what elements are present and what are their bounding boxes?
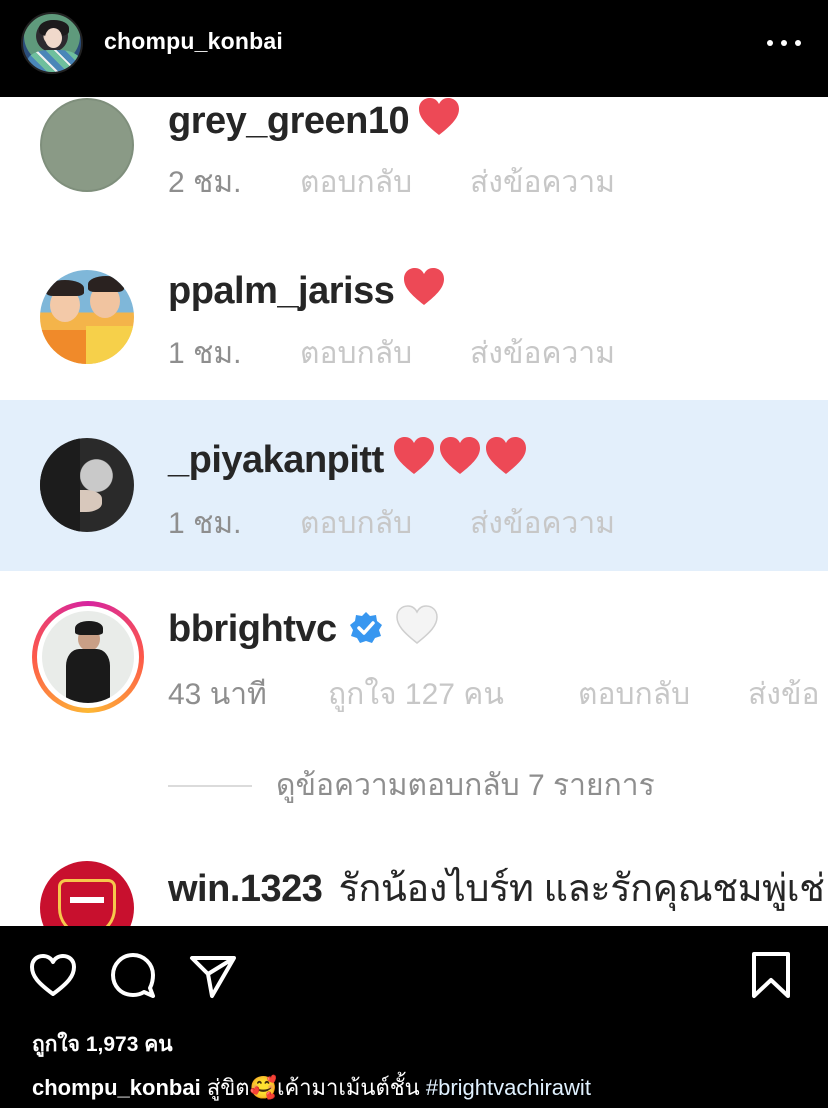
reply-button[interactable]: ตอบกลับ: [300, 500, 470, 547]
send-message-button[interactable]: ส่งข้อความ: [470, 159, 615, 206]
reply-button[interactable]: ตอบกลับ: [300, 159, 470, 206]
commenter-avatar[interactable]: [42, 611, 134, 703]
view-replies[interactable]: ดูข้อความตอบกลับ 7 รายการ: [168, 762, 655, 809]
comment-time: 1 ชม.: [168, 337, 242, 370]
commenter-avatar[interactable]: [40, 98, 134, 192]
heart-outline-icon[interactable]: [28, 950, 78, 1000]
comment-header: _piyakanpitt: [168, 436, 528, 482]
divider-line: [168, 784, 252, 787]
author-username[interactable]: chompu_konbai: [104, 28, 283, 55]
commenter-avatar[interactable]: [40, 438, 134, 532]
red-heart-icon: [392, 436, 436, 476]
post-caption: chompu_konbai สู่ขิต🥰เค้ามาเม้นต์ชั้น #b…: [32, 1070, 591, 1105]
post-header: chompu_konbai: [0, 0, 828, 97]
verified-badge-icon: [349, 611, 383, 645]
red-heart-icon: [417, 97, 461, 137]
send-message-button[interactable]: ส่งข้อความ: [470, 330, 615, 377]
comment-likes[interactable]: ถูกใจ 127 คน: [328, 671, 578, 718]
comment-header: ppalm_jariss: [168, 267, 446, 313]
more-horizontal-icon[interactable]: [767, 30, 801, 56]
author-avatar[interactable]: [21, 12, 83, 74]
red-heart-icon: [402, 267, 446, 307]
comment-header: bbrightvc: [168, 605, 439, 651]
commenter-avatar[interactable]: [40, 861, 134, 926]
bookmark-icon[interactable]: [746, 950, 796, 1000]
caption-text: สู่ขิต🥰เค้ามาเม้นต์ชั้น: [206, 1075, 420, 1100]
view-replies-label[interactable]: ดูข้อความตอบกลับ 7 รายการ: [276, 762, 655, 809]
comment-header: win.1323 รักน้องไบร์ท และรักคุณชมพู่เช่: [168, 857, 825, 918]
send-message-button[interactable]: ส่งข้อความ: [470, 500, 615, 547]
post-actions: ถูกใจ 1,973 คน chompu_konbai สู่ขิต🥰เค้า…: [0, 926, 828, 1108]
reply-button[interactable]: ตอบกลับ: [300, 330, 470, 377]
comment-row: ppalm_jariss 1 ชม. ตอบกลับ ส่งข้อความ: [0, 237, 828, 400]
commenter-avatar[interactable]: [40, 270, 134, 364]
white-heart-icon: [395, 605, 439, 645]
red-heart-icon: [438, 436, 482, 476]
commenter-username[interactable]: ppalm_jariss: [168, 270, 395, 312]
commenter-username[interactable]: win.1323: [168, 868, 323, 910]
comment-time: 2 ชม.: [168, 166, 242, 199]
reply-button[interactable]: ตอบกลับ: [578, 671, 748, 718]
comments-screenshot: grey_green10 2 ชม. ตอบกลับ ส่งข้อความ pp…: [0, 97, 828, 926]
comment-row-highlighted: _piyakanpitt 1 ชม. ตอบกลับ ส่งข้อความ: [0, 400, 828, 571]
post-likes-count[interactable]: ถูกใจ 1,973 คน: [32, 1028, 173, 1061]
comment-meta: 2 ชม. ตอบกลับ ส่งข้อความ: [168, 159, 615, 206]
send-paper-plane-icon[interactable]: [188, 950, 238, 1000]
comment-time: 1 ชม.: [168, 507, 242, 540]
comment-row: bbrightvc 43 นาที ถูกใจ 127 คน ตอบกลับ ส…: [0, 571, 828, 751]
comment-text: รักน้องไบร์ท และรักคุณชมพู่เช่: [338, 868, 825, 910]
comment-bubble-icon[interactable]: [108, 950, 158, 1000]
commenter-username[interactable]: _piyakanpitt: [168, 439, 384, 481]
commenter-username[interactable]: bbrightvc: [168, 608, 337, 650]
comment-meta: 1 ชม. ตอบกลับ ส่งข้อความ: [168, 500, 615, 547]
comment-row: grey_green10 2 ชม. ตอบกลับ ส่งข้อความ: [0, 97, 828, 237]
caption-hashtag[interactable]: #brightvachirawit: [426, 1075, 591, 1100]
comment-meta: 1 ชม. ตอบกลับ ส่งข้อความ: [168, 330, 615, 377]
comment-time: 43 นาที: [168, 678, 267, 711]
caption-username[interactable]: chompu_konbai: [32, 1075, 201, 1100]
comment-header: grey_green10: [168, 97, 461, 143]
red-heart-icon: [484, 436, 528, 476]
send-message-button[interactable]: ส่งข้อ: [748, 671, 819, 718]
comment-meta: 43 นาที ถูกใจ 127 คน ตอบกลับ ส่งข้อ: [168, 671, 819, 718]
story-ring[interactable]: [32, 601, 144, 713]
commenter-username[interactable]: grey_green10: [168, 100, 410, 142]
comment-row: win.1323 รักน้องไบร์ท และรักคุณชมพู่เช่: [0, 835, 828, 926]
